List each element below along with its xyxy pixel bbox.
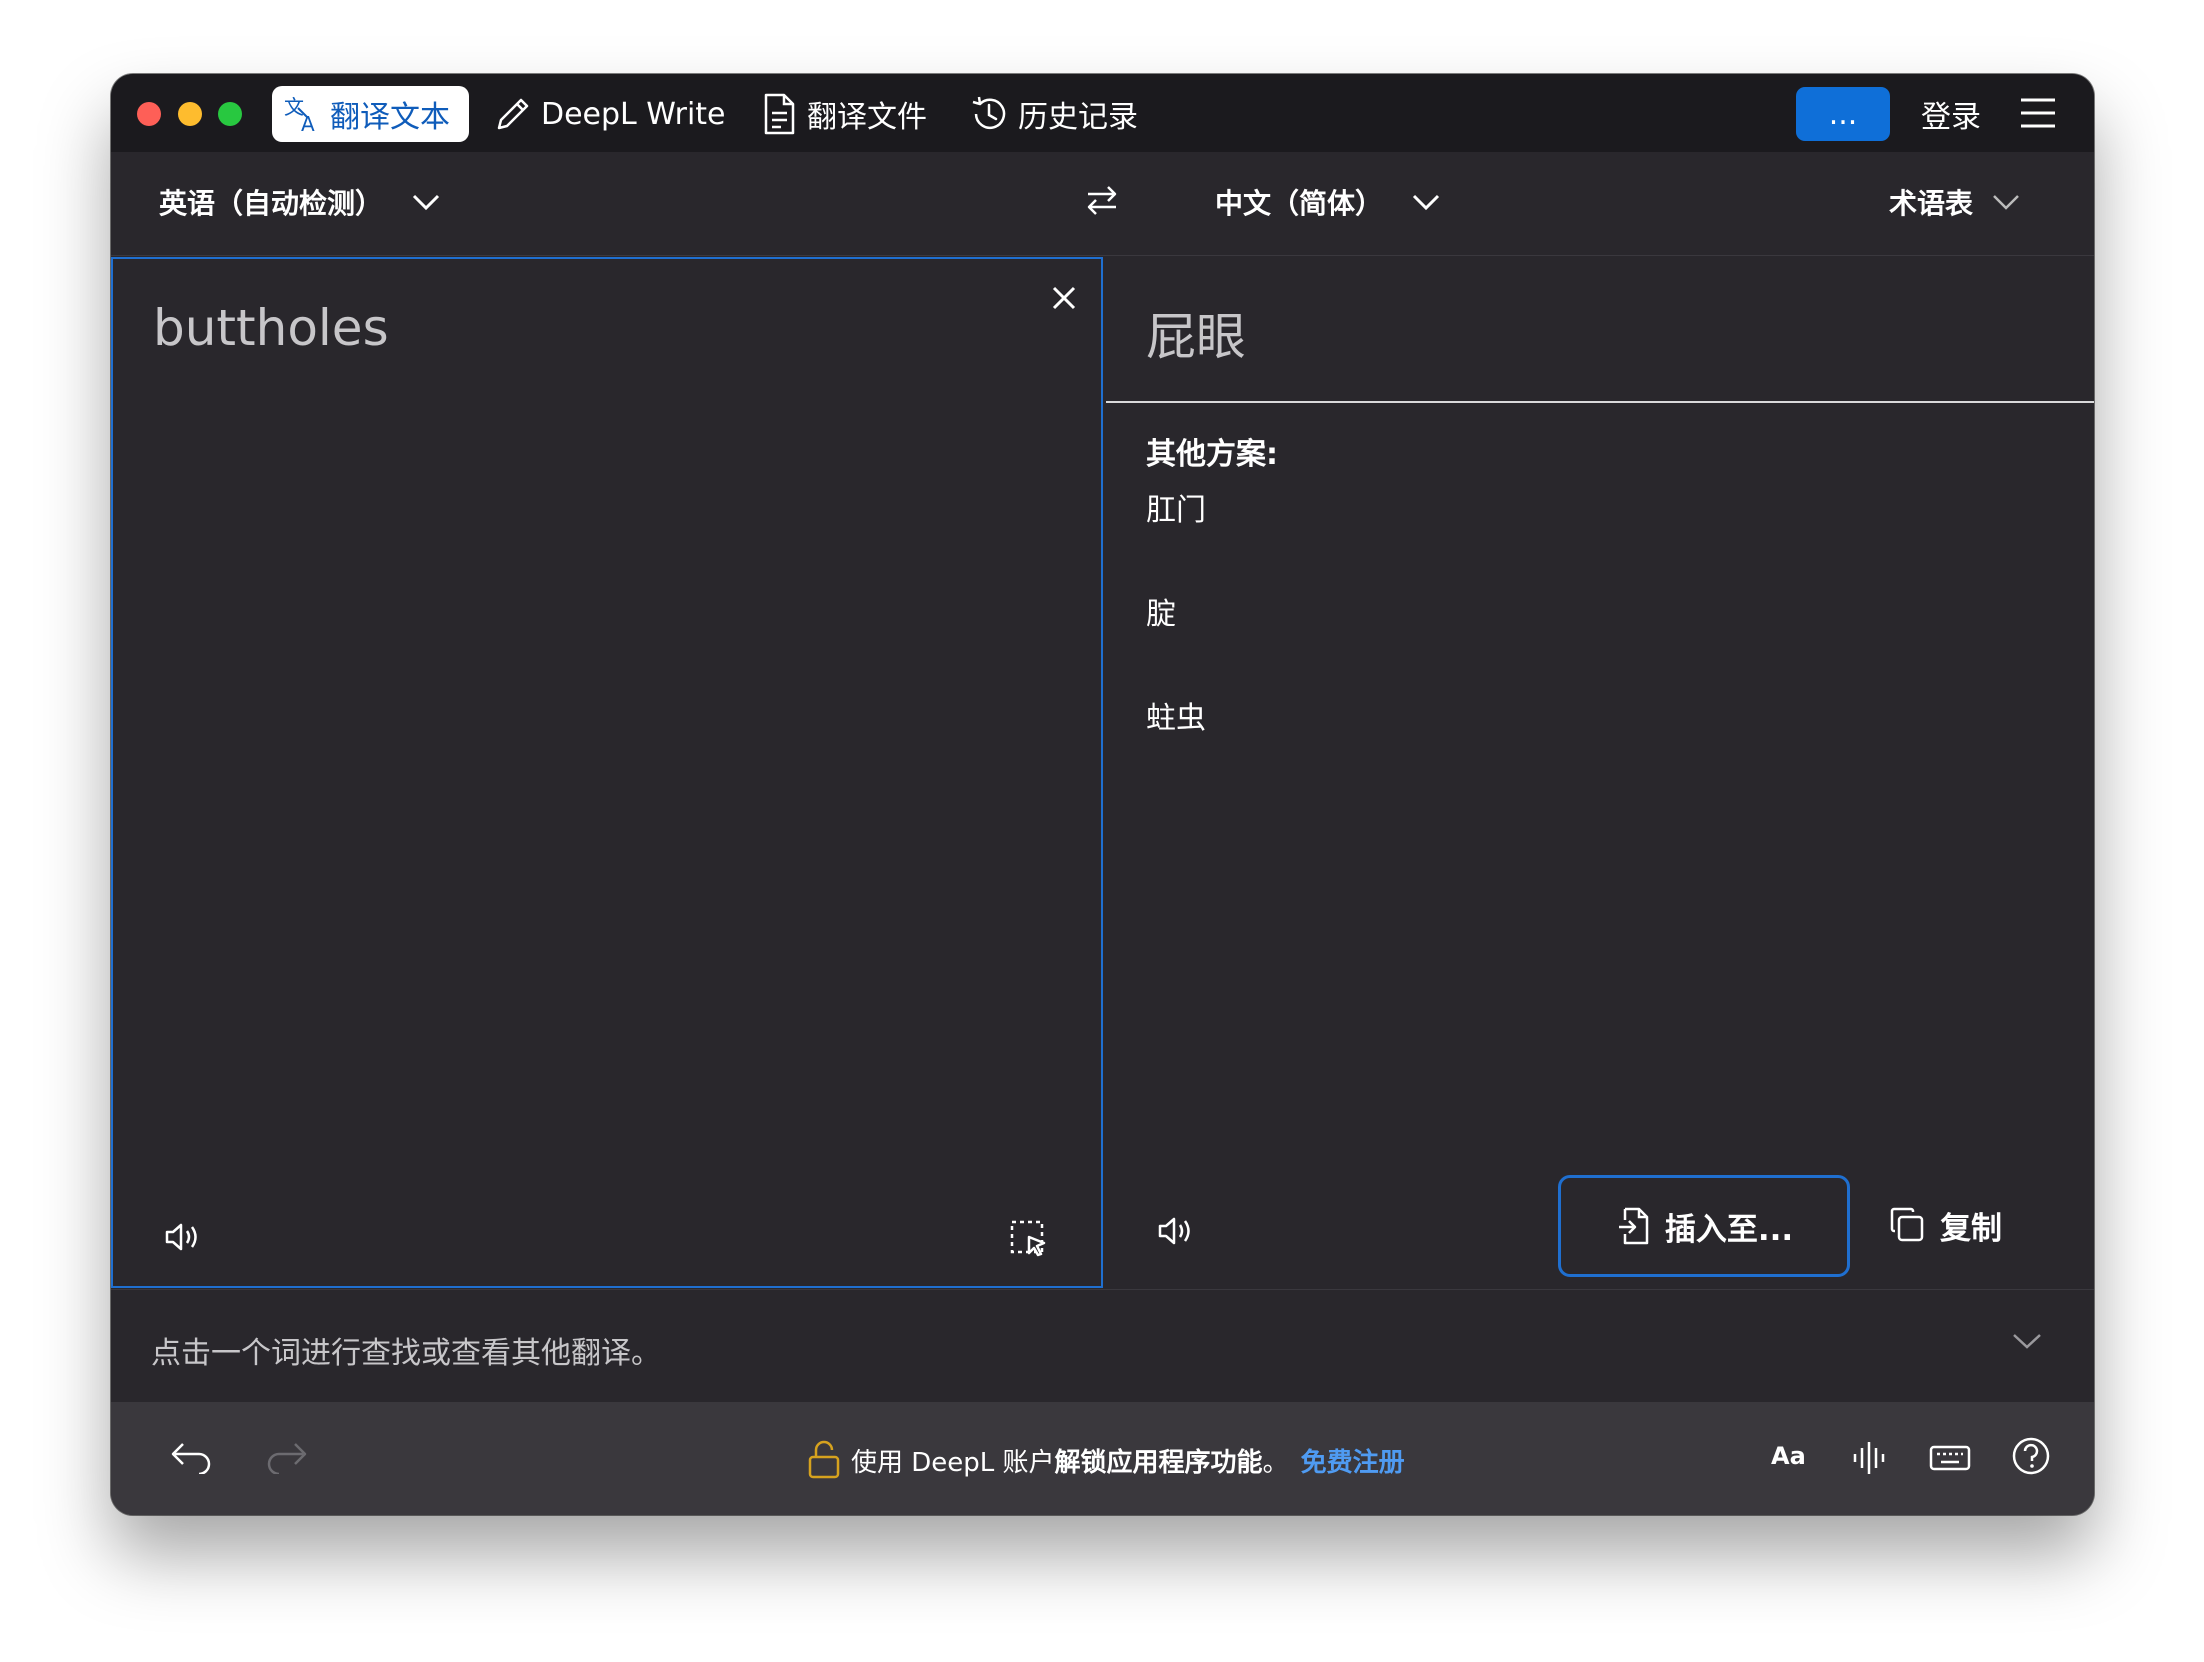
glossary-label: 术语表: [1889, 187, 1974, 220]
chevron-down-icon[interactable]: [2011, 1330, 2043, 1352]
dictionary-hint-text: 点击一个词进行查找或查看其他翻译。: [151, 1336, 661, 1371]
minimize-window-button[interactable]: [178, 102, 202, 126]
chevron-down-icon: [1993, 195, 2019, 210]
tab-label: 翻译文本: [330, 100, 450, 135]
close-window-button[interactable]: [137, 102, 161, 126]
target-text-area: 屁眼 其他方案: 肛门 腚 蛀虫 插入至... 复制: [1106, 257, 2094, 1288]
insert-label: 插入至...: [1664, 1211, 1794, 1248]
tab-label: 历史记录: [1018, 100, 1138, 135]
divider: [1106, 401, 2094, 403]
glossary-button[interactable]: 术语表: [1889, 182, 2021, 222]
history-icon: [972, 96, 1006, 130]
bottom-toolbar: 使用 DeepL 账户 解锁应用程序功能 。 免费注册 Aa: [111, 1402, 2094, 1515]
tab-translate-text[interactable]: 文 A 翻译文本: [272, 86, 469, 142]
alternatives-title: 其他方案:: [1146, 437, 1278, 472]
alternative-item[interactable]: 腚: [1146, 589, 1206, 693]
zoom-window-button[interactable]: [218, 102, 242, 126]
tab-label: 翻译文件: [807, 100, 927, 135]
text-size-icon[interactable]: Aa: [1771, 1442, 1806, 1470]
insert-to-button[interactable]: 插入至...: [1558, 1175, 1850, 1277]
svg-text:A: A: [301, 112, 315, 134]
insert-document-icon: [1618, 1207, 1649, 1245]
tab-label: DeepL Write: [541, 96, 726, 132]
titlebar: 文 A 翻译文本 DeepL Write 翻译文件 历史记录 ... 登录: [111, 74, 2094, 152]
source-text[interactable]: buttholes: [153, 299, 389, 357]
help-icon[interactable]: [2011, 1436, 2051, 1476]
chevron-down-icon: [1412, 194, 1440, 211]
speaker-icon[interactable]: [1156, 1213, 1196, 1249]
alternative-item[interactable]: 蛀虫: [1146, 693, 1206, 797]
target-language-select[interactable]: 中文（简体）: [1215, 182, 1441, 222]
audio-waveform-icon[interactable]: [1851, 1440, 1891, 1476]
source-text-area[interactable]: buttholes: [111, 257, 1103, 1288]
undo-icon[interactable]: [169, 1438, 215, 1474]
tab-deepl-write[interactable]: DeepL Write: [491, 86, 726, 142]
chevron-down-icon: [412, 194, 440, 211]
copy-label: 复制: [1940, 1210, 2002, 1247]
account-promo: 使用 DeepL 账户 解锁应用程序功能 。 免费注册: [807, 1438, 1405, 1482]
speaker-icon[interactable]: [163, 1219, 203, 1255]
tab-translate-files[interactable]: 翻译文件: [759, 86, 927, 142]
copy-icon: [1890, 1207, 1924, 1242]
more-button[interactable]: ...: [1796, 87, 1890, 141]
redo-icon[interactable]: [263, 1438, 309, 1474]
free-signup-link[interactable]: 免费注册: [1301, 1442, 1405, 1479]
source-language-label: 英语（自动检测）: [159, 187, 384, 220]
pen-icon: [497, 98, 529, 130]
copy-button[interactable]: 复制: [1888, 1197, 2002, 1253]
tab-history[interactable]: 历史记录: [968, 86, 1138, 142]
target-language-label: 中文（简体）: [1215, 187, 1384, 220]
lock-icon: [808, 1440, 840, 1479]
close-icon[interactable]: [1049, 283, 1079, 313]
hamburger-menu-icon[interactable]: [2019, 96, 2057, 130]
login-button[interactable]: 登录: [1921, 90, 1981, 138]
source-language-select[interactable]: 英语（自动检测）: [159, 182, 441, 222]
promo-suffix: 。: [1262, 1447, 1289, 1478]
document-icon: [764, 93, 795, 135]
dictionary-hint-bar[interactable]: 点击一个词进行查找或查看其他翻译。: [111, 1289, 2094, 1402]
promo-prefix: 使用 DeepL 账户: [851, 1447, 1055, 1478]
app-window: 文 A 翻译文本 DeepL Write 翻译文件 历史记录 ... 登录 英语…: [111, 74, 2094, 1515]
main-translation[interactable]: 屁眼: [1146, 297, 1246, 369]
language-bar: 英语（自动检测） 中文（简体） 术语表: [111, 152, 2094, 256]
selection-cursor-icon[interactable]: [1009, 1219, 1049, 1259]
alternatives-list: 肛门 腚 蛀虫: [1146, 485, 1206, 797]
alternative-item[interactable]: 肛门: [1146, 485, 1206, 589]
translate-icon: 文 A: [284, 95, 315, 134]
keyboard-icon[interactable]: [1929, 1440, 1971, 1476]
promo-bold: 解锁应用程序功能: [1054, 1447, 1263, 1478]
swap-languages-icon[interactable]: [1084, 182, 1120, 218]
